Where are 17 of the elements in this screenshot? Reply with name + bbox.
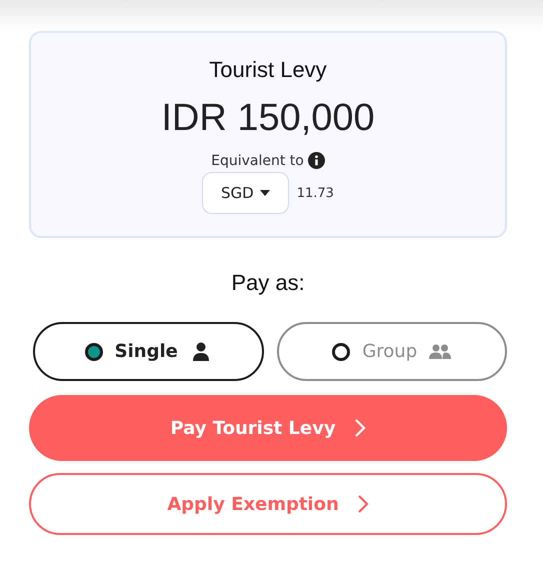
caret-icon	[260, 190, 270, 196]
pay-option[interactable]: Group	[276, 322, 507, 381]
radio-icon	[332, 342, 350, 360]
levy-title: Tourist Levy	[209, 57, 327, 83]
pay-button[interactable]: Pay Tourist Levy	[29, 395, 507, 461]
equivalent-label: Equivalent to	[211, 152, 304, 168]
people-icon	[429, 342, 452, 362]
currency-dropdown[interactable]: SGD	[202, 172, 289, 214]
info-icon[interactable]	[308, 152, 325, 169]
pay-as-label: Pay as:	[230, 270, 306, 296]
pay-option[interactable]: Single	[33, 322, 264, 381]
converted-amount: 11.73	[296, 186, 334, 200]
chevron-icon	[354, 418, 366, 438]
levy-amount: IDR 150,000	[161, 97, 375, 140]
chevron-icon	[356, 494, 369, 514]
radio-icon	[84, 342, 103, 360]
exemption-button[interactable]: Apply Exemption	[29, 473, 507, 535]
